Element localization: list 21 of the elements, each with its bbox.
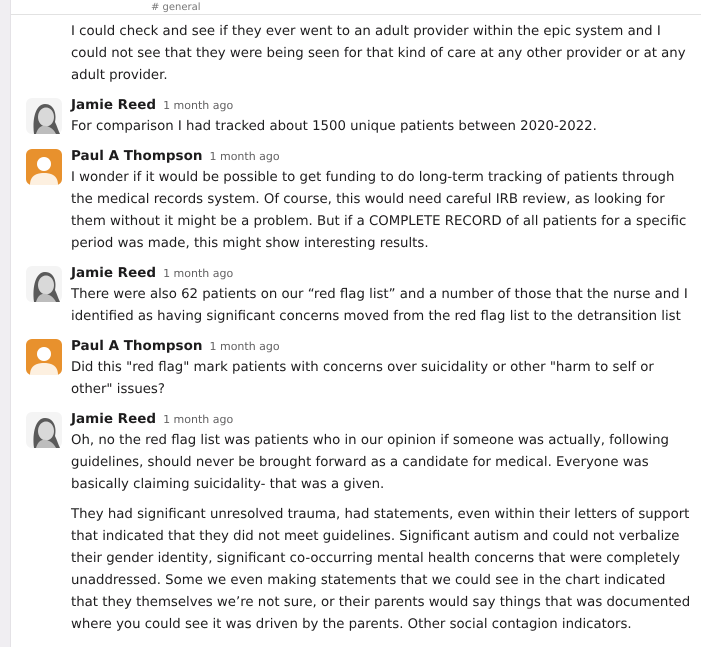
message-text: There were also 62 patients on our “red flag list” and a number of those that the nurse and I identified as having significant concerns moved from the red flag list to the detransition list — [71, 286, 689, 326]
channel-title: # general — [151, 2, 201, 14]
avatar-icon[interactable] — [26, 266, 62, 302]
message-text: For comparison I had tracked about 1500 unique patients between 2020-2022. — [71, 118, 598, 136]
timestamp[interactable]: 1 month ago — [163, 96, 234, 116]
message-text: Oh, no the red flag list was patients who in our opinion if someone was actually, following guidelines, should never be brought forward as a candidate for medical. Everyone was basically claiming suicidality- that was a given. — [71, 432, 670, 494]
timestamp[interactable]: 1 month ago — [163, 410, 234, 430]
message-text: They had significant unresolved trauma, had statements, even within their letters of support that indicated that they did not meet guidelines. Significant autism and could not verbalize their gender identity, significant co-occurring mental health concerns that were completely unaddressed. Some we even making statements that we could see in the chart indicated that they themselves we’re not sure, or their parents would say things that was documented where you could see it was driven by the parents. Other social contagion indicators. — [71, 506, 691, 634]
timestamp[interactable]: 1 month ago — [209, 147, 280, 167]
avatar-icon[interactable] — [26, 98, 62, 134]
timestamp[interactable]: 1 month ago — [209, 337, 280, 357]
author-name[interactable]: Paul A Thompson — [71, 146, 202, 166]
author-name[interactable]: Paul A Thompson — [71, 336, 202, 356]
message-text: I could check and see if they ever went to an adult provider within the epic system and I could not see that they were being seen for that kind of care at any other provider or at any adult provider. — [71, 23, 687, 85]
message-text: I wonder if it would be possible to get funding to do long-term tracking of patients through the medical records system. Of course, this would need careful IRB review, as looking for them without it might be a problem. But if a COMPLETE RECORD of all patients for a specific period was made, this might show interesting results. — [71, 169, 688, 253]
avatar-icon[interactable] — [26, 412, 62, 448]
author-name[interactable]: Jamie Reed — [71, 409, 156, 429]
author-name[interactable]: Jamie Reed — [71, 95, 156, 115]
author-name[interactable]: Jamie Reed — [71, 263, 156, 283]
message-text: Did this "red flag" mark patients with concerns over suicidality or other "harm to self or other" issues? — [71, 359, 655, 399]
timestamp[interactable]: 1 month ago — [163, 264, 234, 284]
